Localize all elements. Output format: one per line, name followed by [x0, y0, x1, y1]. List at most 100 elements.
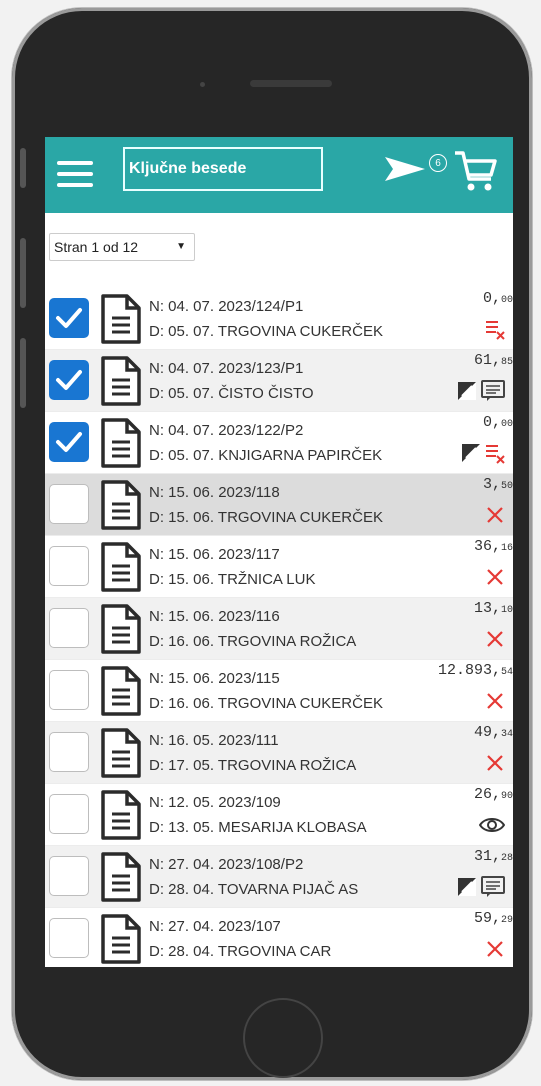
list-item[interactable]: N: 15. 06. 2023/117 D: 15. 06. TRŽNICA LU… [45, 536, 513, 598]
cancel-x-icon[interactable] [485, 629, 505, 653]
row-amount: 31,28 [474, 848, 513, 865]
row-amount: 12.893,54 [438, 662, 513, 679]
document-icon[interactable] [99, 418, 143, 472]
amount-cents: 00 [500, 419, 513, 430]
list-item[interactable]: N: 15. 06. 2023/118 D: 15. 06. TRGOVINA C… [45, 474, 513, 536]
row-checkbox[interactable] [49, 670, 89, 710]
amount-main: 49, [473, 724, 501, 741]
amount-main: 26, [473, 786, 501, 803]
row-status [478, 816, 506, 838]
amount-cents: 50 [500, 481, 513, 492]
front-camera [200, 82, 205, 87]
row-checkbox[interactable] [49, 360, 89, 400]
row-number: N: 27. 04. 2023/108/P2 [149, 856, 304, 873]
row-checkbox[interactable] [49, 732, 89, 772]
document-icon[interactable] [99, 666, 143, 720]
row-amount: 26,90 [474, 786, 513, 803]
row-checkbox[interactable] [49, 422, 89, 462]
list-item[interactable]: N: 15. 06. 2023/115 D: 16. 06. TRGOVINA C… [45, 660, 513, 722]
chevron-down-icon: ▼ [176, 241, 186, 252]
row-text: N: 04. 07. 2023/124/P1 D: 05. 07. TRGOVIN… [149, 294, 383, 344]
row-description: D: 15. 06. TRGOVINA CUKERČEK [149, 509, 383, 526]
amount-cents: 10 [500, 605, 513, 616]
comment-icon[interactable] [481, 380, 505, 406]
amount-main: 59, [473, 910, 501, 927]
document-icon[interactable] [99, 852, 143, 906]
row-checkbox[interactable] [49, 794, 89, 834]
list-item[interactable]: N: 12. 05. 2023/109 D: 13. 05. MESARIJA K… [45, 784, 513, 846]
document-icon[interactable] [99, 480, 143, 534]
top-bar: Ključne besede 6 [45, 137, 513, 213]
row-number: N: 04. 07. 2023/123/P1 [149, 360, 304, 377]
amount-main: 13, [473, 600, 501, 617]
row-text: N: 27. 04. 2023/108/P2 D: 28. 04. TOVARNA… [149, 852, 358, 902]
amount-main: 61, [473, 352, 501, 369]
row-status [461, 444, 505, 466]
edit-icon[interactable] [457, 381, 477, 405]
shopping-cart-icon[interactable] [453, 147, 499, 195]
row-status [485, 940, 505, 962]
row-number: N: 15. 06. 2023/118 [149, 484, 280, 501]
comment-icon[interactable] [481, 876, 505, 902]
document-list: N: 04. 07. 2023/124/P1 D: 05. 07. TRGOVIN… [45, 288, 513, 967]
row-number: N: 16. 05. 2023/111 [149, 732, 279, 749]
row-amount: 0,00 [483, 290, 513, 307]
amount-cents: 00 [500, 295, 513, 306]
row-status [485, 568, 505, 590]
document-icon[interactable] [99, 914, 143, 967]
row-description: D: 05. 07. ČISTO ČISTO [149, 385, 314, 402]
row-status [457, 876, 505, 902]
cancel-x-icon[interactable] [485, 691, 505, 715]
list-item[interactable]: N: 04. 07. 2023/124/P1 D: 05. 07. TRGOVIN… [45, 288, 513, 350]
row-text: N: 15. 06. 2023/115 D: 16. 06. TRGOVINA C… [149, 666, 383, 716]
eye-icon[interactable] [478, 816, 506, 838]
row-number: N: 12. 05. 2023/109 [149, 794, 281, 811]
home-button[interactable] [243, 998, 323, 1078]
row-checkbox[interactable] [49, 298, 89, 338]
row-checkbox[interactable] [49, 608, 89, 648]
row-description: D: 28. 04. TRGOVINA CAR [149, 943, 332, 960]
list-cancel-icon[interactable] [485, 318, 505, 344]
list-item[interactable]: N: 27. 04. 2023/108/P2 D: 28. 04. TOVARNA… [45, 846, 513, 908]
document-icon[interactable] [99, 790, 143, 844]
hamburger-menu-icon[interactable] [57, 161, 93, 187]
amount-cents: 29 [500, 915, 513, 926]
cancel-x-icon[interactable] [485, 939, 505, 963]
list-item[interactable]: N: 15. 06. 2023/116 D: 16. 06. TRGOVINA R… [45, 598, 513, 660]
cancel-x-icon[interactable] [485, 505, 505, 529]
edit-icon[interactable] [461, 443, 481, 467]
row-text: N: 12. 05. 2023/109 D: 13. 05. MESARIJA K… [149, 790, 367, 840]
document-icon[interactable] [99, 728, 143, 782]
edit-icon[interactable] [457, 877, 477, 901]
cancel-x-icon[interactable] [485, 567, 505, 591]
row-checkbox[interactable] [49, 918, 89, 958]
list-item[interactable]: N: 04. 07. 2023/123/P1 D: 05. 07. ČISTO Č… [45, 350, 513, 412]
row-checkbox[interactable] [49, 484, 89, 524]
row-text: N: 16. 05. 2023/111 D: 17. 05. TRGOVINA R… [149, 728, 356, 778]
row-description: D: 13. 05. MESARIJA KLOBASA [149, 819, 367, 836]
document-icon[interactable] [99, 542, 143, 596]
list-cancel-icon[interactable] [485, 442, 505, 468]
row-number: N: 04. 07. 2023/124/P1 [149, 298, 304, 315]
row-description: D: 28. 04. TOVARNA PIJAČ AS [149, 881, 359, 898]
row-status [485, 630, 505, 652]
document-icon[interactable] [99, 604, 143, 658]
list-item[interactable]: N: 16. 05. 2023/111 D: 17. 05. TRGOVINA R… [45, 722, 513, 784]
row-description: D: 17. 05. TRGOVINA ROŽICA [149, 757, 357, 774]
row-text: N: 27. 04. 2023/107 D: 28. 04. TRGOVINA C… [149, 914, 331, 964]
list-item[interactable]: N: 27. 04. 2023/107 D: 28. 04. TRGOVINA C… [45, 908, 513, 967]
row-checkbox[interactable] [49, 546, 89, 586]
document-icon[interactable] [99, 356, 143, 410]
list-item[interactable]: N: 04. 07. 2023/122/P2 D: 05. 07. KNJIGAR… [45, 412, 513, 474]
search-input[interactable]: Ključne besede [123, 147, 323, 191]
document-icon[interactable] [99, 294, 143, 348]
page-select[interactable]: Stran 1 od 12 ▼ [49, 233, 195, 261]
send-icon[interactable] [383, 151, 427, 187]
volume-down-button [20, 338, 26, 408]
row-text: N: 04. 07. 2023/122/P2 D: 05. 07. KNJIGAR… [149, 418, 382, 468]
row-checkbox[interactable] [49, 856, 89, 896]
amount-cents: 28 [500, 853, 513, 864]
row-text: N: 15. 06. 2023/118 D: 15. 06. TRGOVINA C… [149, 480, 383, 530]
cancel-x-icon[interactable] [485, 753, 505, 777]
amount-main: 3, [482, 476, 501, 493]
